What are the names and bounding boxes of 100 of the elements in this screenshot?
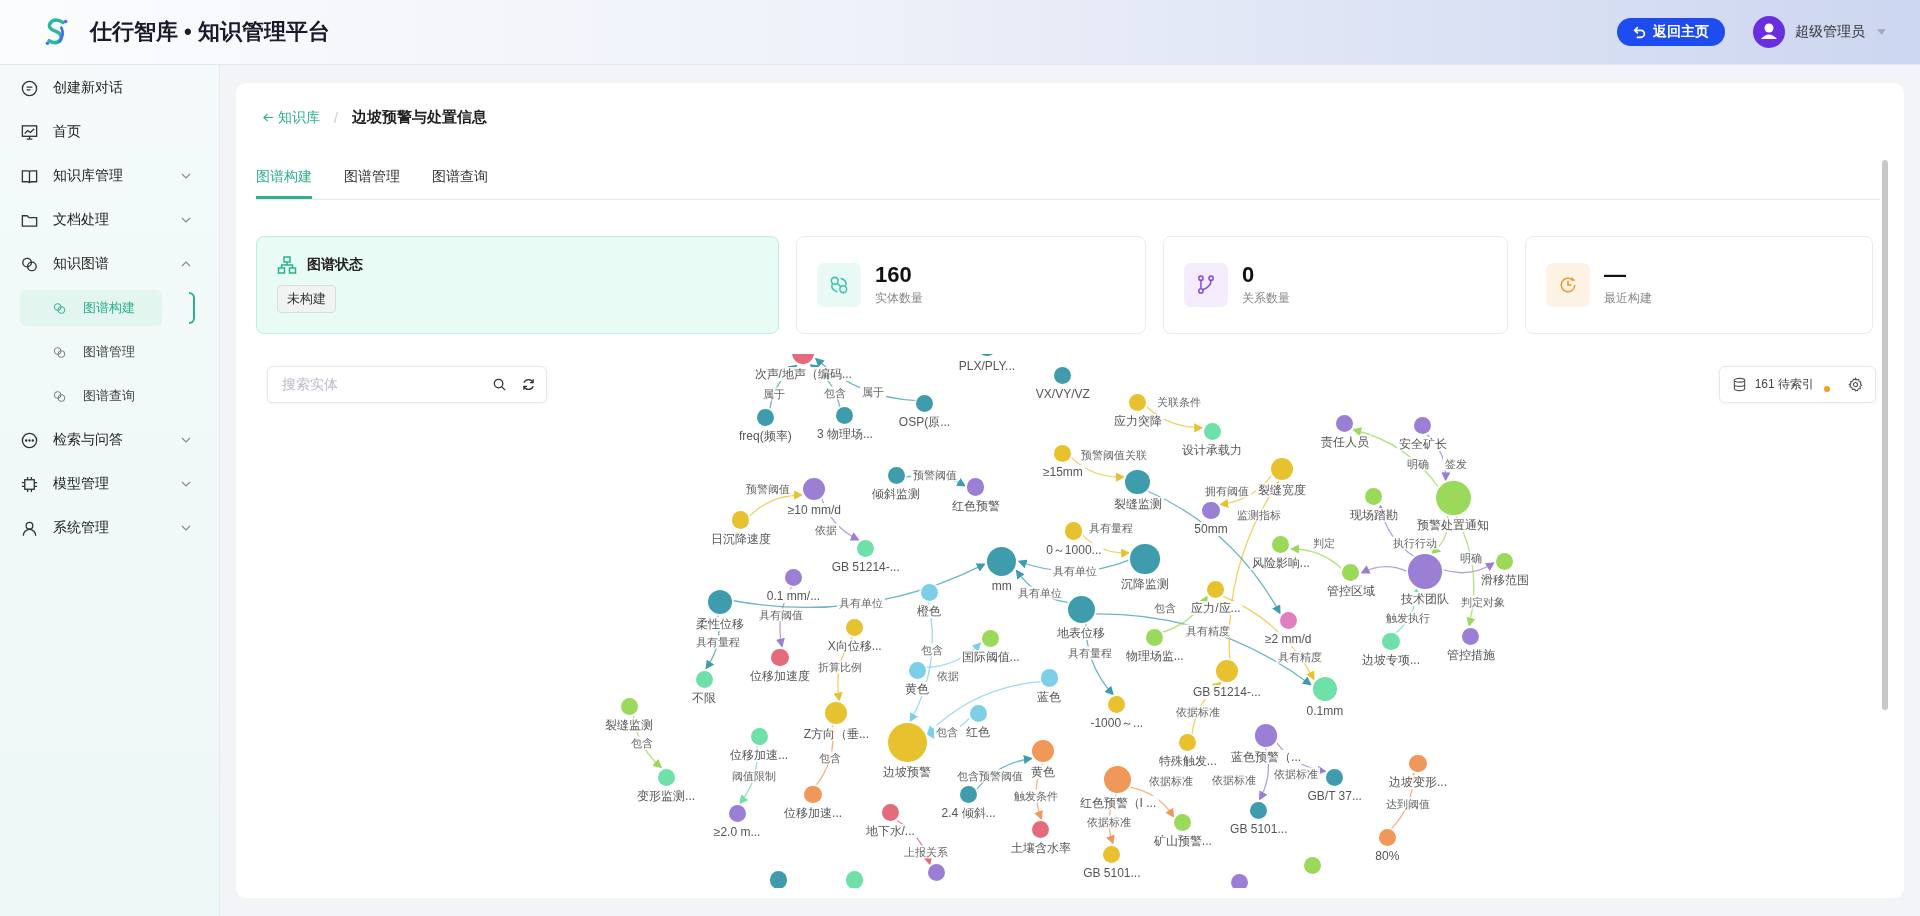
graph-node[interactable] [1202, 501, 1220, 519]
graph-node[interactable] [960, 785, 978, 803]
graph-node[interactable] [986, 546, 1017, 577]
sidebar-item[interactable]: 检索与问答 [0, 418, 219, 462]
graph-node[interactable] [771, 648, 789, 666]
search-field[interactable]: 搜索实体 [267, 365, 547, 403]
graph-node[interactable] [846, 871, 864, 888]
graph-node[interactable] [1365, 488, 1383, 506]
graph-node[interactable] [784, 568, 803, 587]
graph-node[interactable] [1378, 828, 1396, 846]
graph-node[interactable] [825, 702, 848, 725]
graph-node[interactable] [928, 864, 946, 882]
graph-node[interactable] [756, 408, 774, 426]
graph-node[interactable] [887, 467, 905, 485]
edge-label: 上报关系 [901, 845, 950, 859]
user-name[interactable]: 超级管理员 [1795, 23, 1865, 41]
active-indicator [189, 292, 195, 324]
graph-node[interactable] [1436, 480, 1471, 516]
graph-node[interactable] [620, 697, 638, 715]
graph-node[interactable] [969, 704, 987, 723]
graph-node[interactable] [657, 768, 675, 786]
graph-node[interactable] [707, 589, 733, 615]
graph-node[interactable] [728, 805, 746, 823]
tab[interactable]: 图谱管理 [344, 154, 400, 199]
graph-node[interactable] [908, 662, 926, 680]
node-label: 滑移范围 [1478, 573, 1531, 588]
graph-node[interactable] [1462, 627, 1480, 645]
home-button[interactable]: 返回主页 [1617, 18, 1725, 46]
refresh-icon[interactable] [521, 376, 536, 392]
graph-node[interactable] [695, 670, 713, 688]
graph-node[interactable] [1040, 669, 1058, 687]
graph-node[interactable] [1054, 366, 1072, 385]
graph-node[interactable] [1496, 553, 1514, 571]
graph-node[interactable] [1382, 632, 1400, 650]
graph-node[interactable] [1130, 544, 1160, 574]
graph-node[interactable] [881, 804, 899, 822]
graph-node[interactable] [803, 478, 826, 501]
graph-node[interactable] [836, 407, 854, 425]
graph-node[interactable] [1335, 414, 1354, 432]
graph-node[interactable] [1129, 393, 1147, 411]
avatar-icon[interactable] [1753, 16, 1785, 48]
edge-label: 执行行动 [1390, 536, 1439, 550]
tab[interactable]: 图谱查询 [432, 154, 488, 199]
graph-node[interactable] [1207, 581, 1225, 599]
graph-node[interactable] [750, 728, 768, 746]
graph-node[interactable] [846, 619, 864, 637]
sidebar-item[interactable]: 创建新对话 [0, 66, 219, 110]
graph-node[interactable] [1065, 522, 1083, 540]
sidebar-subitem[interactable]: 图谱查询 [20, 378, 162, 414]
graph-node[interactable] [1409, 755, 1427, 773]
caret-icon[interactable] [1877, 29, 1886, 35]
node-label: 蓝色 [1035, 689, 1064, 704]
graph-node[interactable] [967, 478, 985, 496]
graph-node[interactable] [857, 539, 875, 557]
graph-node[interactable] [1179, 734, 1197, 752]
search-icon[interactable] [492, 376, 507, 392]
graph-node[interactable] [1230, 873, 1248, 888]
graph-node[interactable] [982, 630, 1000, 648]
graph-node[interactable] [915, 395, 934, 413]
graph-node[interactable] [1174, 813, 1192, 831]
scrollbar[interactable] [1882, 160, 1888, 710]
edge-label: 依据标准 [1085, 815, 1134, 829]
graph-node[interactable] [1279, 611, 1297, 629]
graph-node[interactable] [1250, 801, 1268, 819]
graph-node[interactable] [732, 511, 750, 529]
graph-node[interactable] [1032, 740, 1055, 763]
graph-node[interactable] [1272, 535, 1290, 554]
graph-node[interactable] [1414, 417, 1432, 435]
graph-node[interactable] [1408, 554, 1443, 589]
graph-node[interactable] [1125, 469, 1150, 495]
graph-node[interactable] [887, 723, 927, 763]
graph-node[interactable] [1304, 856, 1322, 874]
graph-node[interactable] [1271, 457, 1294, 480]
sidebar-item[interactable]: 知识库管理 [0, 154, 219, 198]
node-label: freq(频率) [737, 428, 794, 443]
sidebar-item[interactable]: 知识图谱 [0, 242, 219, 286]
node-label: 物理场监... [1123, 649, 1186, 664]
graph-node[interactable] [1342, 564, 1360, 582]
sidebar-item[interactable]: 首页 [0, 110, 219, 154]
graph-node[interactable] [1312, 676, 1338, 702]
graph-node[interactable] [1255, 724, 1278, 747]
graph-node[interactable] [1215, 659, 1238, 682]
graph-node[interactable] [1032, 821, 1050, 839]
graph-node[interactable] [1104, 766, 1132, 794]
graph-node[interactable] [920, 583, 938, 601]
sidebar-subitem[interactable]: 图谱管理 [20, 334, 162, 370]
graph-node[interactable] [770, 871, 788, 888]
graph-node[interactable] [1108, 696, 1126, 714]
graph-node[interactable] [1067, 595, 1095, 623]
graph-node[interactable] [1326, 768, 1344, 786]
graph-node[interactable] [1146, 628, 1164, 647]
graph-node[interactable] [804, 785, 822, 803]
graph-node[interactable] [1054, 445, 1072, 463]
sidebar-item[interactable]: 文档处理 [0, 198, 219, 242]
edge-label: 包含 [1151, 601, 1178, 615]
graph-node[interactable] [1103, 845, 1121, 863]
sidebar-item[interactable]: 系统管理 [0, 506, 219, 550]
graph-node[interactable] [1203, 423, 1221, 441]
sidebar-item[interactable]: 模型管理 [0, 462, 219, 506]
settings-icon[interactable] [1848, 376, 1863, 392]
